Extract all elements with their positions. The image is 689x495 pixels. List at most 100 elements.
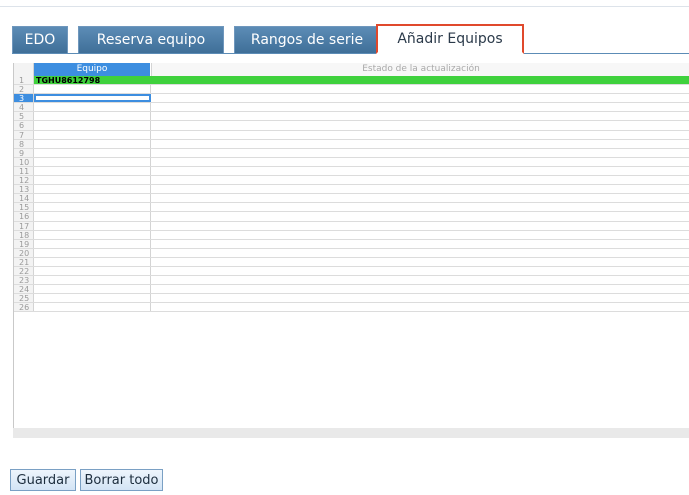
table-row[interactable]: 19 — [14, 239, 689, 249]
equipo-cell[interactable] — [34, 157, 151, 166]
estado-cell — [151, 76, 689, 85]
table-row[interactable]: 2 — [14, 85, 689, 95]
estado-cell — [151, 112, 689, 120]
table-row[interactable]: 18 — [14, 230, 689, 240]
equipo-cell[interactable] — [34, 85, 151, 94]
table-row[interactable]: 21 — [14, 257, 689, 267]
row-number: 10 — [14, 157, 34, 167]
equipo-cell[interactable] — [34, 194, 151, 203]
equipo-cell[interactable] — [34, 257, 151, 266]
grid-header: Equipo Estado de la actualización — [14, 63, 689, 76]
row-number: 3 — [14, 94, 34, 103]
column-header-equipo[interactable]: Equipo — [34, 63, 150, 76]
estado-cell — [151, 285, 689, 293]
estado-cell — [151, 131, 689, 139]
equipo-cell[interactable] — [34, 248, 151, 257]
row-number: 11 — [14, 166, 34, 176]
equipo-cell[interactable] — [34, 239, 151, 248]
equipo-cell[interactable] — [34, 112, 151, 121]
table-row[interactable]: 3 — [14, 94, 689, 104]
row-number: 5 — [14, 112, 34, 121]
table-row[interactable]: 22 — [14, 266, 689, 277]
equipo-cell[interactable] — [34, 203, 151, 212]
equipo-cell[interactable] — [34, 294, 151, 303]
table-row[interactable]: 24 — [14, 285, 689, 295]
estado-cell — [151, 176, 689, 184]
table-row[interactable]: 8 — [14, 139, 689, 149]
estado-cell — [151, 203, 689, 211]
table-row[interactable]: 6 — [14, 121, 689, 131]
equipo-cell[interactable] — [34, 130, 151, 139]
table-row[interactable]: 25 — [14, 294, 689, 304]
estado-cell — [151, 140, 689, 148]
table-row[interactable]: 7 — [14, 130, 689, 140]
row-number: 1 — [14, 76, 34, 85]
table-row[interactable]: 26 — [14, 303, 689, 313]
tab-edo[interactable]: EDO — [12, 26, 68, 53]
table-row[interactable]: 14 — [14, 194, 689, 204]
table-row[interactable]: 1 TGHU8612798 — [14, 76, 689, 86]
row-number: 12 — [14, 176, 34, 185]
table-row[interactable]: 5 — [14, 112, 689, 122]
tab-anadir-equipos[interactable]: Añadir Equipos — [376, 24, 524, 54]
row-number: 8 — [14, 139, 34, 149]
estado-cell — [151, 94, 689, 102]
estado-cell — [151, 222, 689, 230]
equipo-cell[interactable] — [34, 303, 151, 312]
clear-all-button[interactable]: Borrar todo — [80, 469, 163, 491]
equipo-cell[interactable] — [34, 185, 151, 194]
equipment-grid: Equipo Estado de la actualización 1 TGHU8… — [13, 63, 689, 428]
table-row[interactable]: 11 — [14, 166, 689, 177]
equipo-cell[interactable] — [34, 230, 151, 239]
equipo-cell[interactable] — [34, 139, 151, 148]
table-row[interactable]: 13 — [14, 185, 689, 195]
grid-horizontal-scrollbar[interactable] — [13, 428, 689, 438]
equipo-cell[interactable] — [34, 94, 151, 103]
top-divider — [0, 6, 689, 7]
estado-cell — [151, 231, 689, 239]
grid-rows: 1 TGHU8612798 2 3 4 5 6 7 8 9 10 11 12 13 14 15 16 17 18 19… — [14, 76, 689, 313]
equipo-cell[interactable] — [34, 276, 151, 285]
column-header-estado[interactable]: Estado de la actualización — [151, 63, 689, 76]
equipo-cell[interactable] — [34, 285, 151, 294]
equipo-cell[interactable] — [34, 148, 151, 157]
table-row[interactable]: 20 — [14, 248, 689, 258]
row-number: 26 — [14, 303, 34, 312]
tab-reserva-equipo[interactable]: Reserva equipo — [78, 26, 224, 53]
row-number: 25 — [14, 294, 34, 303]
table-row[interactable]: 9 — [14, 148, 689, 158]
row-number: 13 — [14, 185, 34, 194]
equipo-cell[interactable]: TGHU8612798 — [34, 76, 151, 85]
row-number: 2 — [14, 85, 34, 94]
estado-cell — [151, 103, 689, 111]
estado-cell — [151, 85, 689, 93]
table-row[interactable]: 10 — [14, 157, 689, 167]
equipo-cell[interactable] — [34, 221, 151, 230]
estado-cell — [151, 194, 689, 202]
table-row[interactable]: 23 — [14, 276, 689, 286]
row-number: 18 — [14, 230, 34, 240]
equipo-cell[interactable] — [34, 176, 151, 185]
equipo-cell[interactable] — [34, 103, 151, 112]
row-number: 9 — [14, 148, 34, 158]
table-row[interactable]: 4 — [14, 103, 689, 113]
estado-cell — [151, 249, 689, 257]
table-row[interactable]: 15 — [14, 203, 689, 213]
row-number: 24 — [14, 285, 34, 294]
estado-cell — [151, 258, 689, 266]
row-number: 20 — [14, 248, 34, 258]
tab-underline — [12, 53, 689, 54]
estado-cell — [151, 294, 689, 302]
save-button[interactable]: Guardar — [10, 469, 76, 491]
row-number: 23 — [14, 276, 34, 285]
row-number: 19 — [14, 239, 34, 249]
table-row[interactable]: 16 — [14, 212, 689, 222]
equipo-cell[interactable] — [34, 212, 151, 221]
equipo-cell[interactable] — [34, 121, 151, 130]
row-number: 4 — [14, 103, 34, 112]
equipo-cell[interactable] — [34, 166, 151, 176]
table-row[interactable]: 12 — [14, 176, 689, 186]
table-row[interactable]: 17 — [14, 221, 689, 231]
tab-rangos-de-serie[interactable]: Rangos de serie — [234, 26, 380, 53]
equipo-cell[interactable] — [34, 266, 151, 276]
